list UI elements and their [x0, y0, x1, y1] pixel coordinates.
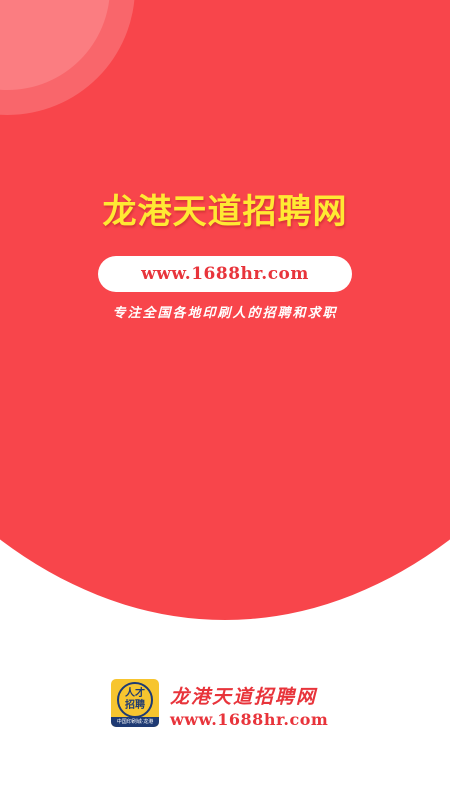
logo-text-line2: 招聘	[125, 700, 145, 711]
logo-band: 中国印刷城·龙港	[111, 717, 159, 727]
website-url-pill: www.1688hr.com	[98, 256, 352, 292]
brand-logo-icon: 人才 招聘 中国印刷城·龙港	[111, 679, 159, 727]
hero-title: 龙港天道招聘网	[102, 192, 348, 232]
brand-url: www.1688hr.com	[170, 710, 329, 729]
logo-text-line1: 人才	[125, 688, 145, 699]
splash-screen: 龙港天道招聘网 www.1688hr.com 专注全国各地印刷人的招聘和求职 人…	[0, 0, 450, 800]
slogan: 专注全国各地印刷人的招聘和求职	[112, 306, 338, 321]
brand-name: 龙港天道招聘网	[170, 686, 318, 708]
logo-ring: 人才 招聘	[117, 682, 153, 718]
